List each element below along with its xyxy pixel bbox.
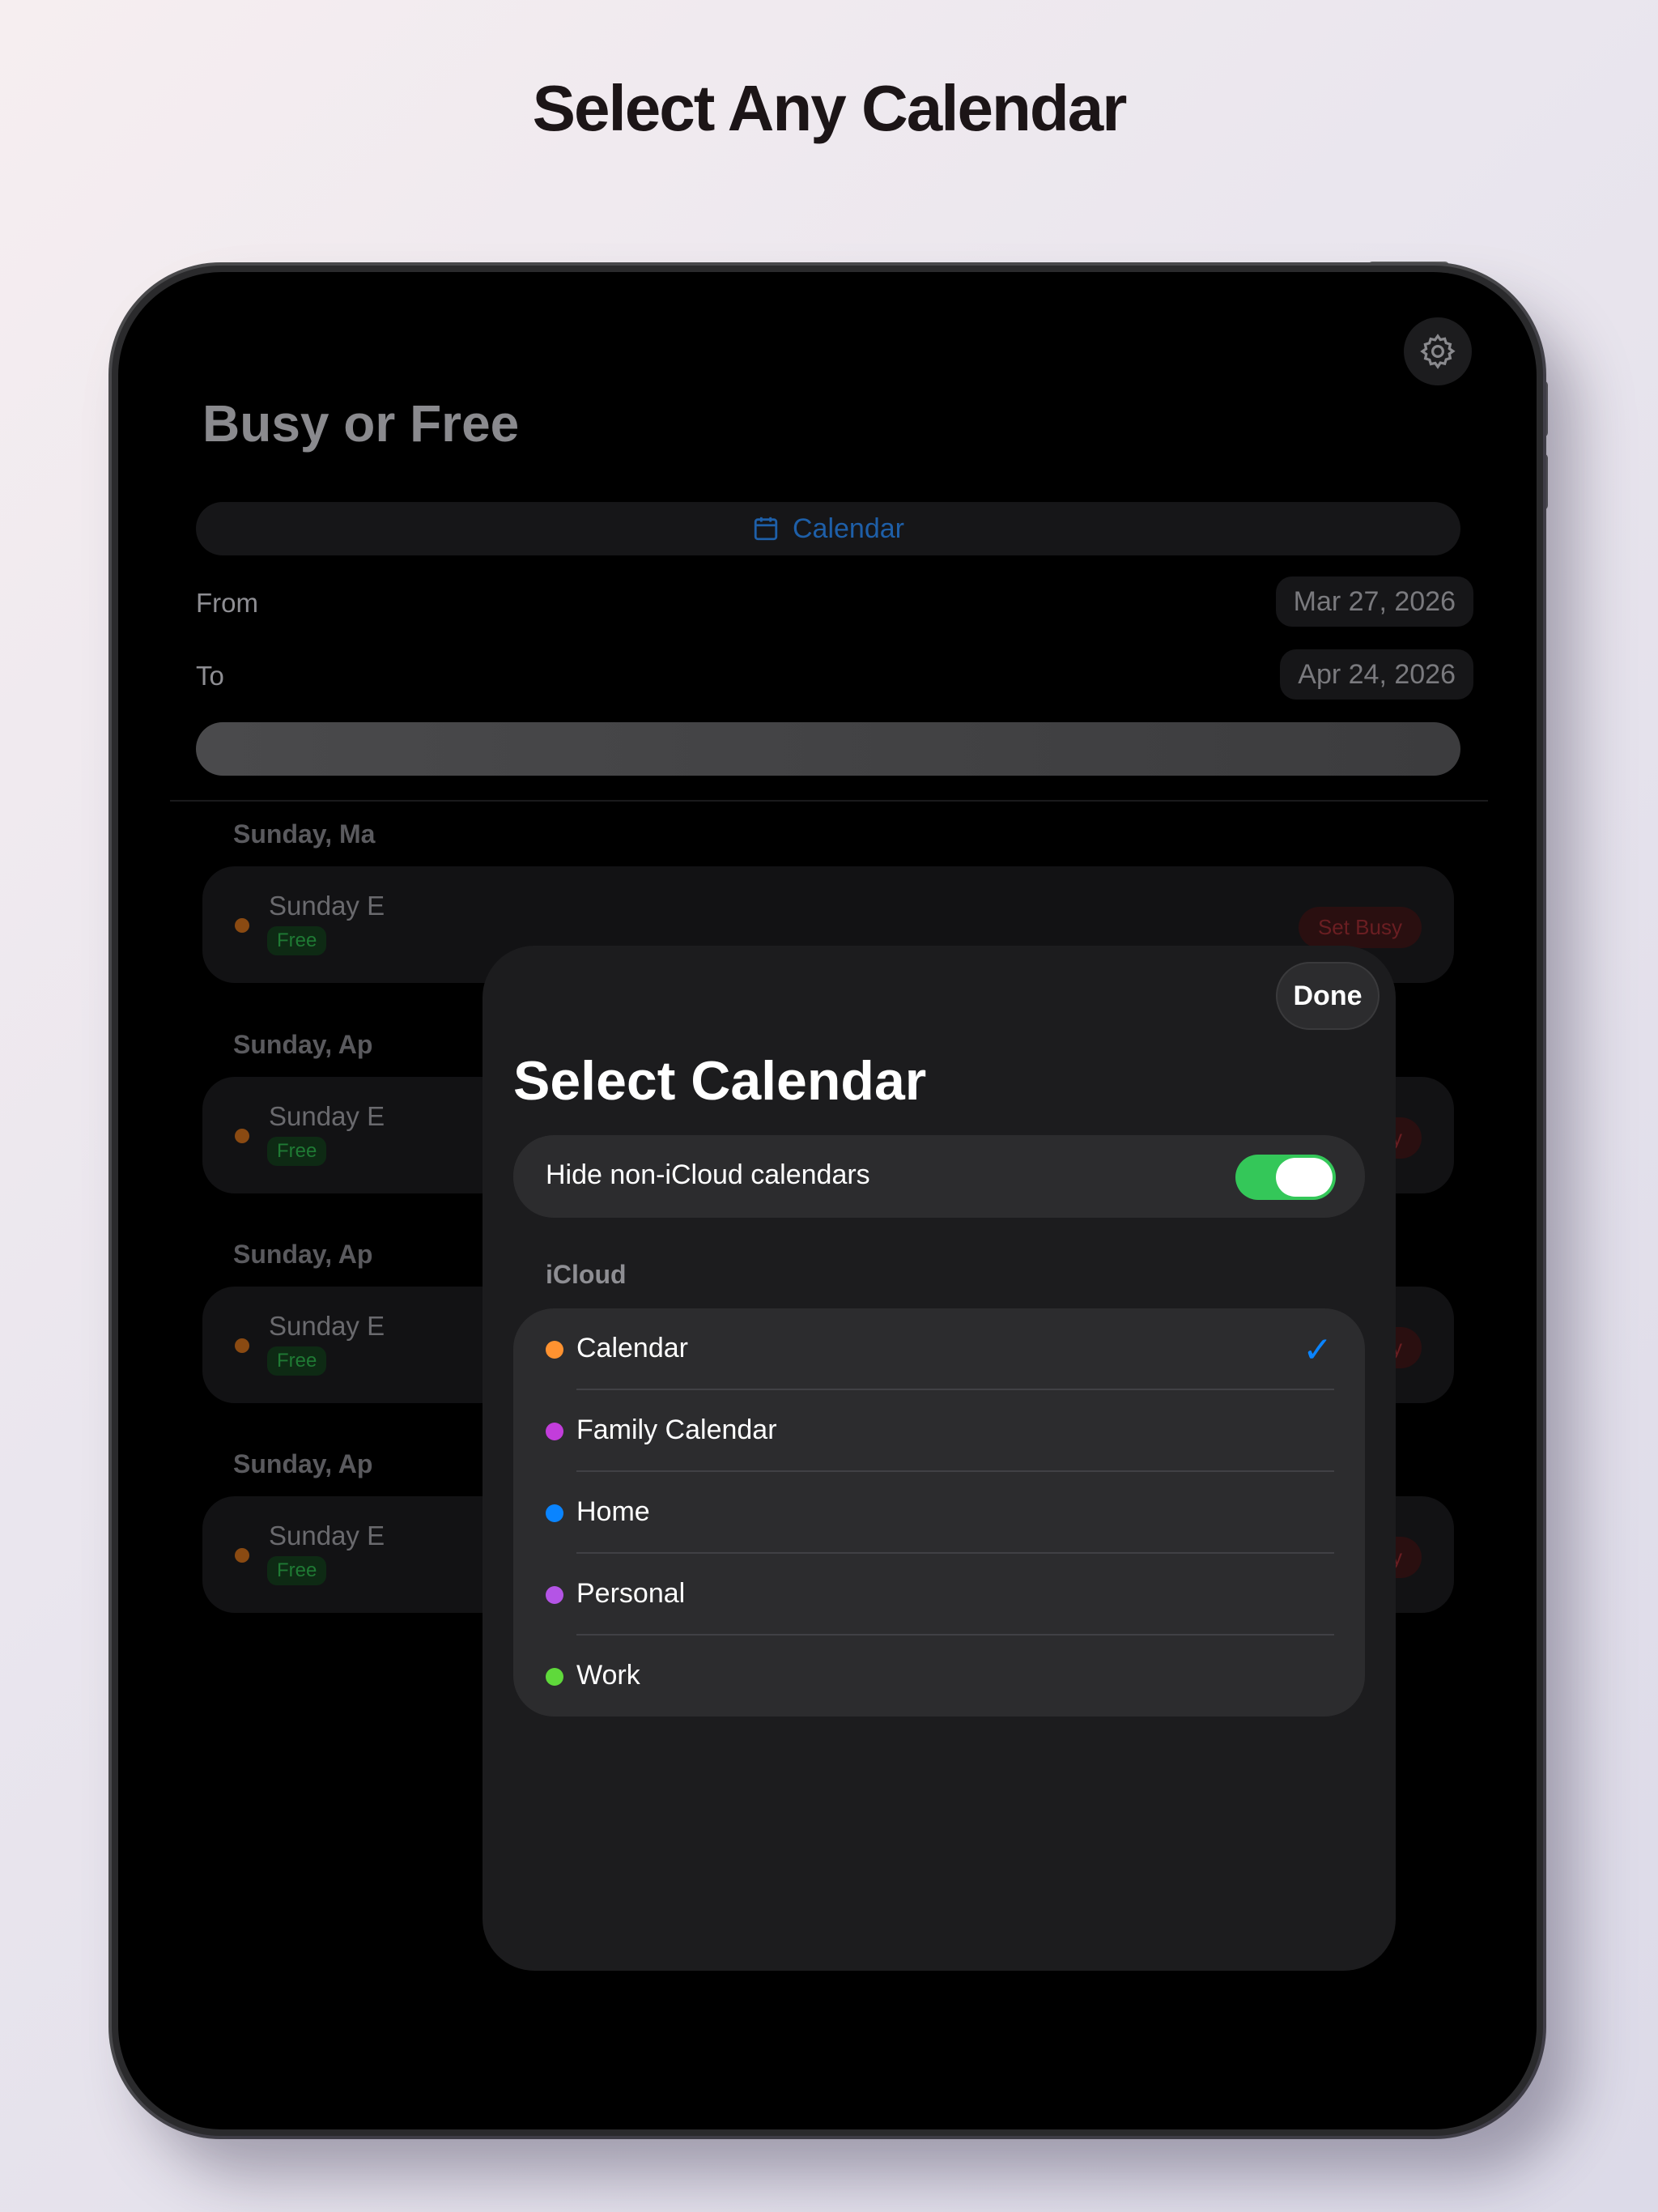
ipad-frame: Busy or Free Calendar From Mar 27, 2026 …: [112, 266, 1543, 2136]
status-badge: Free: [267, 1137, 327, 1166]
select-calendar-sheet: Done Select Calendar Hide non-iCloud cal…: [483, 946, 1396, 1971]
calendar-item-label: Personal: [576, 1578, 686, 1609]
calendar-icon: [754, 517, 778, 541]
section-header: Sunday, Ma: [233, 819, 376, 849]
event-title: Sunday E: [269, 1521, 385, 1551]
event-color-dot: [235, 1548, 249, 1563]
set-busy-button[interactable]: Set Busy: [1298, 907, 1422, 948]
status-badge: Free: [267, 926, 327, 955]
calendar-item[interactable]: Family Calendar: [513, 1390, 1365, 1472]
section-header: Sunday, Ap: [233, 1449, 373, 1478]
hide-non-icloud-row: Hide non-iCloud calendars: [513, 1135, 1365, 1218]
checkmark-icon: ✓: [1303, 1330, 1333, 1370]
event-title: Sunday E: [269, 1101, 385, 1131]
calendar-item-label: Work: [576, 1660, 640, 1691]
calendar-item[interactable]: Personal: [513, 1554, 1365, 1636]
calendar-item-label: Home: [576, 1496, 650, 1527]
group-header-icloud: iCloud: [546, 1260, 627, 1289]
calendar-color-dot: [546, 1341, 563, 1359]
calendar-item[interactable]: Home: [513, 1472, 1365, 1554]
event-color-dot: [235, 918, 249, 933]
calendar-item-label: Family Calendar: [576, 1414, 777, 1445]
calendar-color-dot: [546, 1504, 563, 1522]
hide-non-icloud-toggle[interactable]: [1235, 1155, 1336, 1200]
calendar-item[interactable]: Calendar ✓: [513, 1308, 1365, 1390]
event-color-dot: [235, 1129, 249, 1143]
to-date-picker[interactable]: Apr 24, 2026: [1280, 649, 1473, 700]
sheet-title: Select Calendar: [513, 1050, 927, 1112]
app-title: Busy or Free: [202, 394, 520, 453]
divider: [170, 800, 1488, 802]
settings-button[interactable]: [1404, 317, 1472, 385]
to-label: To: [196, 661, 224, 691]
event-color-dot: [235, 1338, 249, 1353]
calendar-picker-button[interactable]: Calendar: [196, 502, 1460, 555]
calendar-item-label: Calendar: [576, 1333, 688, 1363]
done-button[interactable]: Done: [1276, 962, 1380, 1030]
section-header: Sunday, Ap: [233, 1030, 373, 1059]
calendar-color-dot: [546, 1423, 563, 1440]
action-bar[interactable]: [196, 722, 1460, 776]
screen: Busy or Free Calendar From Mar 27, 2026 …: [118, 272, 1537, 2129]
from-label: From: [196, 588, 258, 618]
section-header: Sunday, Ap: [233, 1240, 373, 1269]
event-title: Sunday E: [269, 1311, 385, 1341]
calendar-color-dot: [546, 1668, 563, 1686]
marketing-headline: Select Any Calendar: [532, 72, 1128, 144]
from-date-picker[interactable]: Mar 27, 2026: [1275, 576, 1473, 627]
calendar-picker-label: Calendar: [793, 513, 904, 544]
toggle-knob: [1276, 1158, 1333, 1197]
event-title: Sunday E: [269, 891, 385, 921]
status-badge: Free: [267, 1346, 327, 1376]
gear-icon: [1420, 334, 1456, 369]
calendar-color-dot: [546, 1586, 563, 1604]
toggle-label: Hide non-iCloud calendars: [546, 1159, 870, 1190]
calendar-list: Calendar ✓ Family Calendar Home Personal: [513, 1308, 1365, 1716]
status-badge: Free: [267, 1556, 327, 1585]
calendar-item[interactable]: Work: [513, 1636, 1365, 1717]
